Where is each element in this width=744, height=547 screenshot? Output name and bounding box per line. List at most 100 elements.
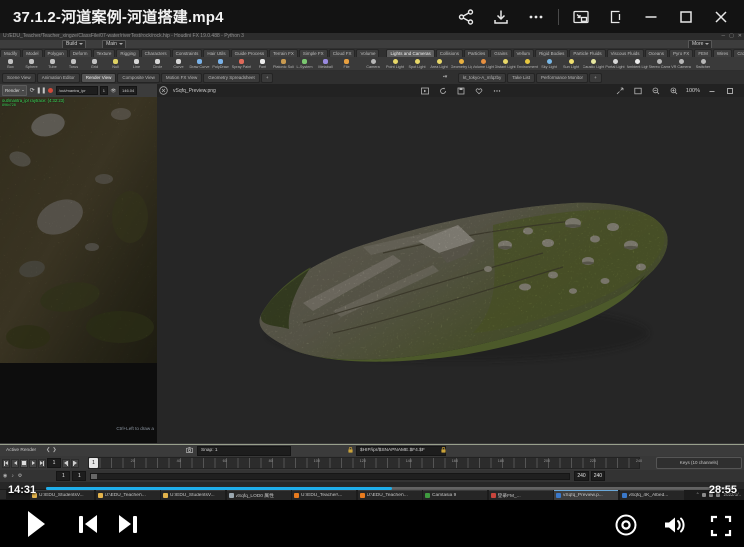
shelf-tool[interactable]: Distant Light — [494, 57, 516, 70]
shelf-tab[interactable]: Grains — [490, 49, 511, 57]
fullscreen-preview-icon[interactable] — [614, 86, 626, 96]
shelf-tool[interactable]: Platonic Solids — [273, 57, 294, 70]
play-button[interactable] — [22, 510, 50, 538]
taskbar-item[interactable]: U:\EDU_StudentsV... — [161, 490, 225, 500]
shelf-tab[interactable]: Wires — [713, 49, 733, 57]
shelf-tab[interactable]: Oceans — [645, 49, 669, 57]
rop-path-field[interactable]: /out/mantra_ipr — [56, 86, 98, 95]
maximize-button[interactable] — [673, 4, 699, 30]
shelf-tool[interactable]: Sky Light — [538, 57, 560, 70]
shelf-tool[interactable]: Metaball — [315, 57, 336, 70]
range-end-field[interactable]: 240 — [574, 471, 588, 481]
pane-tab[interactable]: + — [589, 73, 602, 83]
shelf-tab[interactable]: Volume — [356, 49, 379, 57]
shelf-tool[interactable]: Spot Light — [406, 57, 428, 70]
taskbar-item[interactable]: U:\EDU_Teacher\... — [292, 490, 356, 500]
pane-tab[interactable]: Composite View — [117, 73, 159, 83]
playbar-settings-icon[interactable]: ⚙ — [18, 474, 22, 479]
share-button[interactable] — [453, 4, 479, 30]
houdini-minimize-icon[interactable]: ─ — [722, 34, 726, 39]
save-icon[interactable] — [455, 86, 467, 96]
lock-icon[interactable] — [348, 447, 353, 455]
shelf-tab[interactable]: Model — [22, 49, 42, 57]
shelf-tab[interactable]: Rigid Bodies — [535, 49, 568, 57]
camera-snapshot-icon[interactable] — [186, 447, 193, 455]
shelf-tool[interactable]: Point Light — [384, 57, 406, 70]
refresh-icon[interactable]: ⟳ — [29, 87, 36, 94]
tray-volume-icon[interactable] — [716, 493, 720, 497]
set-keys-button[interactable]: Keys (10 channels) — [656, 457, 742, 469]
taskbar-edge-item[interactable] — [0, 490, 6, 499]
seek-bar[interactable] — [46, 487, 736, 490]
shelf-tool[interactable]: Draw Curve — [189, 57, 210, 70]
shelf-tool[interactable]: Curve — [168, 57, 189, 70]
more-tools-icon[interactable] — [491, 86, 503, 96]
shelf-tab[interactable]: Guide Process — [231, 49, 269, 57]
taskbar-item[interactable]: vSqfq_LOD0 属性 — [227, 490, 291, 500]
taskbar-item[interactable]: U:\EDU_Teacher\... — [96, 490, 160, 500]
shelf-tab[interactable]: Viscous Fluids — [607, 49, 644, 57]
shelf-tab[interactable]: Vellum — [513, 49, 535, 57]
shelf-tab[interactable]: Particles — [464, 49, 489, 57]
shelf-tool[interactable]: PolyDraw — [210, 57, 231, 70]
pane-tab[interactable]: Animation Editor — [37, 73, 80, 83]
shelf-tool[interactable]: Ambient Light — [626, 57, 648, 70]
fullscreen-button[interactable] — [708, 514, 734, 540]
pane-tab[interactable]: Performance Monitor — [536, 73, 588, 83]
taskbar-item[interactable]: vSqfq_4K_Albed... — [620, 490, 684, 500]
shelf-tool[interactable]: L-System — [294, 57, 315, 70]
shelf-tab[interactable]: Polygon — [44, 49, 68, 57]
go-to-start-icon[interactable] — [2, 459, 10, 468]
lock-icon[interactable] — [441, 447, 446, 455]
shelf-tool[interactable]: Stereo Camera — [648, 57, 670, 70]
shelf-tool[interactable]: Sun Light — [560, 57, 582, 70]
range-slider[interactable] — [90, 473, 570, 480]
range-start-sub-field[interactable]: 1 — [72, 471, 86, 481]
shelf-tool[interactable]: Font — [252, 57, 273, 70]
houdini-maximize-icon[interactable]: ▢ — [729, 34, 734, 39]
preview-canvas[interactable] — [157, 97, 744, 443]
timeline-ruler[interactable]: 1 20406080100120140160180200220240 — [88, 457, 640, 469]
shelf-tool[interactable]: Caustic Light — [582, 57, 604, 70]
shelf-tool[interactable]: Grid — [84, 57, 105, 70]
shelf-tool[interactable]: Area Light — [428, 57, 450, 70]
shelf-tab[interactable]: Characters — [141, 49, 171, 57]
favorite-icon[interactable] — [473, 86, 485, 96]
fit-window-icon[interactable] — [632, 86, 644, 96]
zoom-level[interactable]: 100% — [686, 88, 700, 94]
shelf-tool[interactable]: Portal Light — [604, 57, 626, 70]
taskbar-item[interactable]: U:\EDU_StudentsV... — [30, 490, 94, 500]
shelf-tool[interactable]: Camera — [362, 57, 384, 70]
stop-render-icon[interactable] — [47, 87, 54, 94]
taskbar-item[interactable]: 登录FM_... — [489, 490, 553, 500]
taskbar-item[interactable]: Camtasia 9 — [423, 490, 487, 500]
eye-icon[interactable]: 👁 — [110, 87, 117, 94]
pane-tab[interactable]: Geometry Spreadsheet — [203, 73, 260, 83]
pip-button[interactable] — [568, 4, 594, 30]
pane-tab[interactable]: Motion FX View — [161, 73, 202, 83]
preview-restore-icon[interactable] — [724, 86, 736, 96]
zoom-in-icon[interactable] — [668, 86, 680, 96]
preview-minimize-icon[interactable] — [706, 86, 718, 96]
shelf-tab[interactable]: Pyro FX — [669, 49, 693, 57]
tray-network-icon[interactable] — [709, 493, 713, 497]
pane-split-icon[interactable]: ▪▾ — [443, 75, 447, 80]
play-backward-icon[interactable] — [11, 459, 19, 468]
shelf-tab[interactable]: Collisions — [436, 49, 463, 57]
snapshot-path-field[interactable]: $HIP/ipr/$SNAPNAME.$F4.$F — [356, 446, 446, 456]
dock-button[interactable] — [603, 4, 629, 30]
shelf-tool[interactable]: Circle — [147, 57, 168, 70]
ipr-render-image[interactable]: out/mantra_ipr raytrace: (4:32:23) 896x7… — [0, 97, 157, 363]
more-button[interactable] — [523, 4, 549, 30]
shelf-tool[interactable]: Line — [126, 57, 147, 70]
close-button[interactable] — [708, 4, 734, 30]
shelf-tool[interactable]: Switcher — [692, 57, 714, 70]
rotate-icon[interactable] — [437, 86, 449, 96]
audio-toggle-icon[interactable]: ♪ — [11, 474, 14, 479]
video-frame[interactable]: U:/EDU_Teacher/Teacher_xingze/ClassFile/… — [0, 33, 744, 500]
stop-playback-icon[interactable] — [20, 459, 28, 468]
shelf-tab[interactable]: Texture — [93, 49, 116, 57]
shelf-tab[interactable]: Modify — [0, 49, 21, 57]
shelf-tool[interactable]: Spray Paint — [231, 57, 252, 70]
houdini-close-icon[interactable]: ✕ — [738, 34, 742, 39]
